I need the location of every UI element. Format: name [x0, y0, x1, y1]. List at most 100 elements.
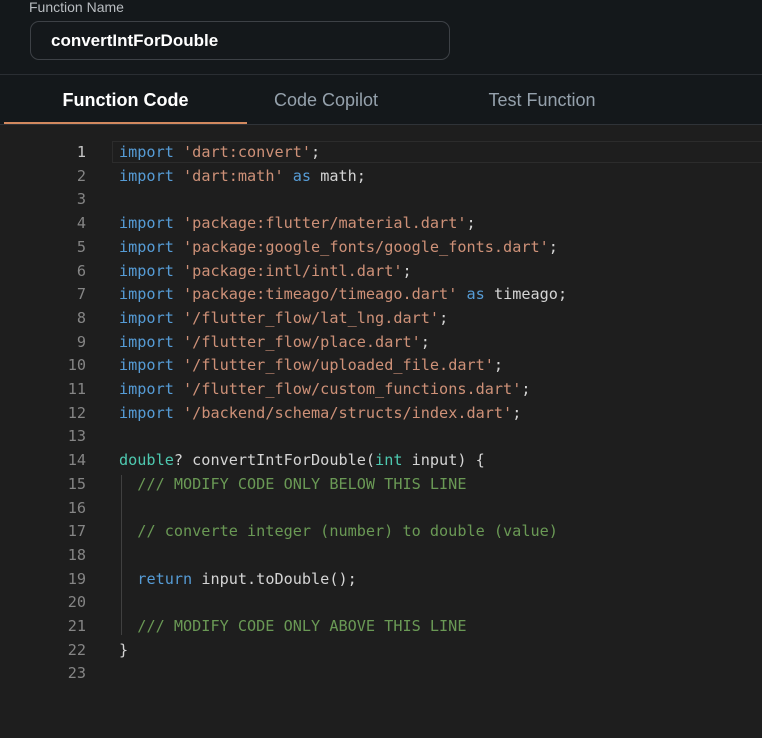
line-number: 14 [67, 451, 86, 470]
line-number: 19 [67, 569, 86, 588]
code-line[interactable]: 16 [0, 497, 762, 521]
code-line[interactable]: 19 return input.toDouble(); [0, 568, 762, 592]
code-token: import [119, 237, 174, 256]
code-token: ; [402, 261, 412, 280]
line-number: 16 [67, 498, 86, 517]
code-text: import 'package:timeago/timeago.dart' as… [119, 283, 567, 307]
code-line[interactable]: 14 double? convertIntForDouble(int input)… [0, 449, 762, 473]
code-token: input.toDouble(); [192, 569, 357, 588]
code-text: import '/flutter_flow/lat_lng.dart'; [119, 307, 448, 331]
code-token: return [137, 569, 193, 588]
code-line[interactable]: 3 [0, 188, 762, 212]
code-text: // converte integer (number) to double (… [119, 520, 558, 544]
line-number: 3 [76, 190, 86, 209]
code-text: import 'package:flutter/material.dart'; [119, 212, 476, 236]
code-editor[interactable]: 1 import 'dart:convert'; 2 import 'dart:mat… [0, 125, 762, 738]
code-line[interactable]: 20 [0, 591, 762, 615]
tab-test-function[interactable]: Test Function [430, 75, 654, 125]
code-line[interactable]: 13 [0, 425, 762, 449]
line-number: 1 [76, 143, 86, 161]
code-token: import [119, 166, 174, 185]
code-line[interactable]: 11 import '/flutter_flow/custom_functions… [0, 378, 762, 402]
code-text: import '/flutter_flow/place.dart'; [119, 331, 430, 355]
tab-function-code[interactable]: Function Code [4, 75, 247, 125]
code-token: ; [311, 143, 321, 161]
code-token: 'package:flutter/material.dart' [183, 214, 467, 233]
code-token: ; [466, 214, 476, 233]
code-token: 'package:google_fonts/google_fonts.dart' [183, 237, 549, 256]
code-token: 'package:intl/intl.dart' [183, 261, 403, 280]
code-text: /// MODIFY CODE ONLY BELOW THIS LINE [119, 473, 466, 497]
code-text: import '/flutter_flow/custom_functions.d… [119, 378, 531, 402]
active-tab-indicator [4, 122, 247, 124]
code-line[interactable]: 23 [0, 662, 762, 686]
code-token: import [119, 143, 174, 161]
function-name-panel: Function Name [0, 0, 762, 74]
line-number: 21 [67, 617, 86, 635]
code-token: ? convertIntForDouble( [173, 451, 376, 470]
code-line[interactable]: 1 import 'dart:convert'; [0, 141, 762, 165]
code-token: ; [439, 308, 449, 327]
code-line[interactable]: 9 import '/flutter_flow/place.dart'; [0, 331, 762, 355]
code-line[interactable]: 21 /// MODIFY CODE ONLY ABOVE THIS LINE [0, 615, 762, 639]
code-token: import [119, 214, 174, 233]
code-token: timeago; [484, 285, 568, 304]
code-token: import [119, 261, 174, 280]
code-token: 'package:timeago/timeago.dart' [183, 285, 458, 304]
tab-code-copilot[interactable]: Code Copilot [216, 75, 436, 125]
code-line[interactable]: 5 import 'package:google_fonts/google_fon… [0, 236, 762, 260]
line-number: 20 [67, 593, 86, 612]
line-number: 13 [67, 427, 86, 446]
line-number: 6 [76, 261, 86, 280]
code-token: int [375, 451, 403, 470]
code-line[interactable]: 22} [0, 639, 762, 663]
code-token: /// MODIFY CODE ONLY BELOW THIS LINE [137, 474, 467, 493]
code-token: '/flutter_flow/lat_lng.dart' [183, 308, 440, 327]
line-number: 22 [67, 640, 86, 659]
function-name-label: Function Name [29, 0, 124, 15]
code-token: ; [512, 403, 522, 422]
line-number: 10 [67, 356, 86, 375]
code-text: return input.toDouble(); [119, 568, 357, 592]
code-text: import '/backend/schema/structs/index.da… [119, 402, 521, 426]
code-line[interactable]: 10 import '/flutter_flow/uploaded_file.da… [0, 354, 762, 378]
code-token: import [119, 356, 174, 375]
line-number: 5 [76, 237, 86, 256]
code-line[interactable]: 18 [0, 544, 762, 568]
code-line[interactable]: 7 import 'package:timeago/timeago.dart' a… [0, 283, 762, 307]
code-token: input) { [402, 451, 485, 470]
code-line[interactable]: 8 import '/flutter_flow/lat_lng.dart'; [0, 307, 762, 331]
line-number: 15 [67, 474, 86, 493]
function-name-input[interactable] [30, 21, 450, 60]
code-token: as [292, 166, 312, 185]
code-token: ; [548, 237, 558, 256]
line-number: 12 [67, 403, 86, 422]
code-token: } [119, 640, 129, 659]
code-token: as [466, 285, 485, 304]
code-token: import [119, 285, 174, 304]
code-line[interactable]: 17 // converte integer (number) to doubl… [0, 520, 762, 544]
code-token: math; [311, 166, 366, 185]
code-token: import [119, 308, 174, 327]
code-token: double [119, 451, 174, 470]
code-line[interactable]: 2 import 'dart:math' as math; [0, 165, 762, 189]
line-number: 8 [76, 308, 86, 327]
code-text: import 'dart:convert'; [119, 141, 320, 165]
code-line[interactable]: 6 import 'package:intl/intl.dart'; [0, 260, 762, 284]
line-number: 18 [67, 545, 86, 564]
code-line[interactable]: 4 import 'package:flutter/material.dart'; [0, 212, 762, 236]
code-line[interactable]: 12 import '/backend/schema/structs/index.… [0, 402, 762, 426]
code-token: '/flutter_flow/custom_functions.dart' [183, 380, 522, 398]
code-token: '/flutter_flow/place.dart' [183, 332, 421, 351]
code-token: 'dart:math' [183, 166, 284, 185]
code-line[interactable]: 15 /// MODIFY CODE ONLY BELOW THIS LINE [0, 473, 762, 497]
